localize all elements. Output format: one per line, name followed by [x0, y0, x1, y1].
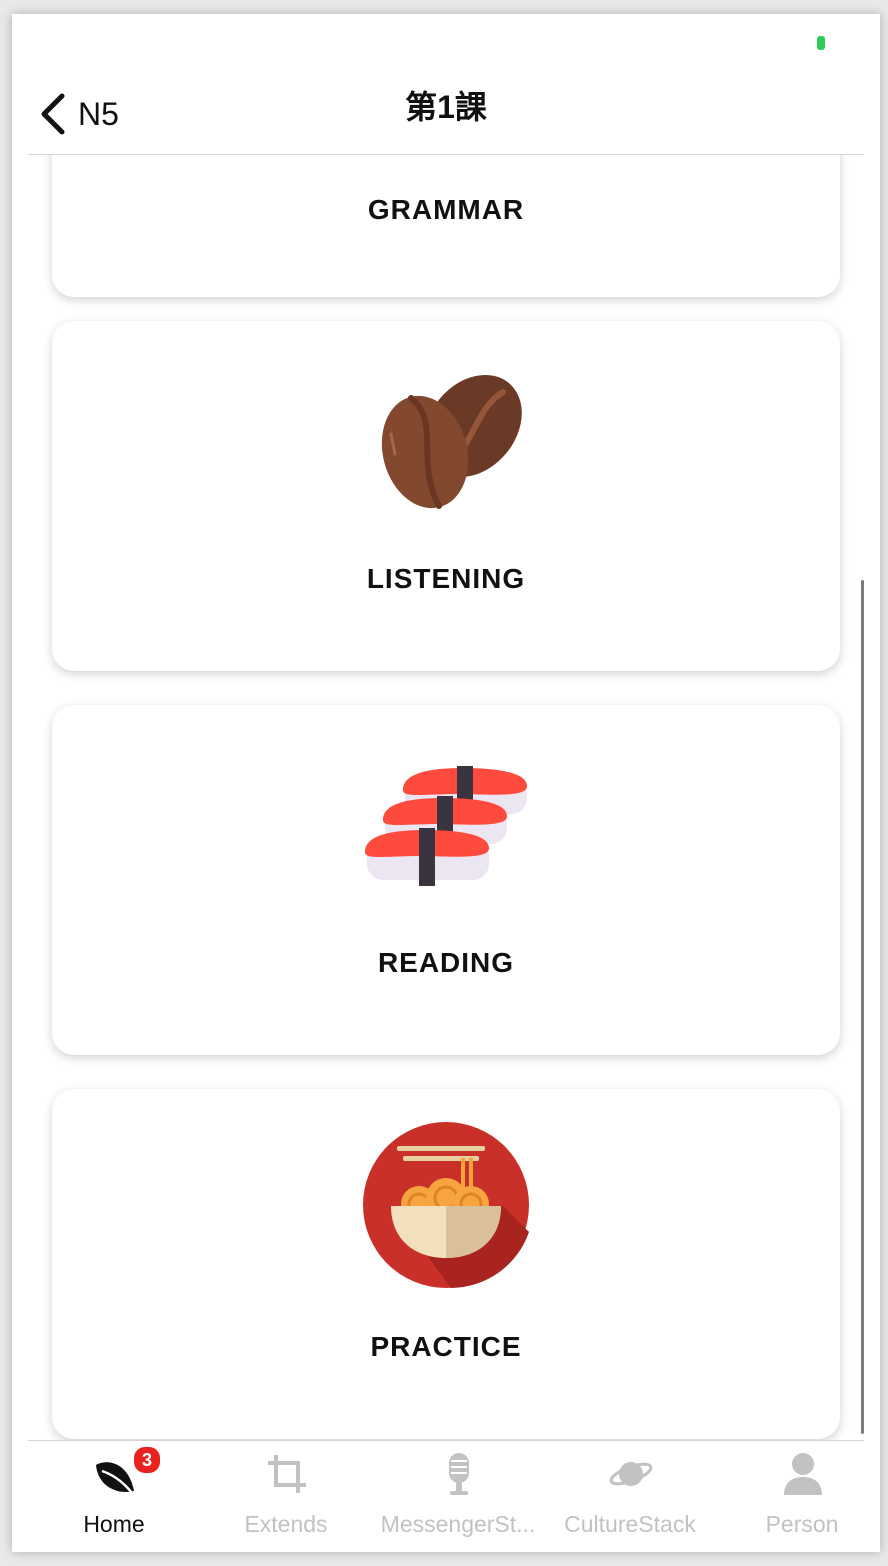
lesson-card-label: GRAMMAR — [367, 194, 525, 225]
navigation-bar: 第1課 N5 — [28, 74, 864, 155]
tab-culturestack[interactable]: CultureStack — [544, 1441, 716, 1552]
vertical-scrollbar[interactable] — [861, 580, 864, 1434]
tab-label: MessengerSt... — [380, 1511, 536, 1537]
chevron-left-icon — [41, 93, 65, 135]
lesson-card-label: PRACTICE — [370, 1331, 522, 1362]
back-label: N5 — [78, 95, 119, 132]
tab-label: CultureStack — [564, 1511, 696, 1537]
lesson-card-label: READING — [377, 947, 515, 978]
status-indicator — [817, 36, 825, 50]
tab-label: Person — [765, 1511, 839, 1537]
tab-bar: 3 Home Extends MessengerSt... CultureSta… — [28, 1440, 864, 1552]
lesson-list[interactable]: GRAMMAR LISTENING READING PRACTICE — [12, 155, 880, 1440]
lesson-card-label: LISTENING — [366, 563, 526, 594]
notification-badge: 3 — [132, 1445, 162, 1475]
sushi-icon — [365, 766, 527, 886]
crop-icon — [268, 1455, 306, 1493]
tab-home[interactable]: 3 Home — [28, 1441, 200, 1552]
lesson-card-practice[interactable]: PRACTICE — [52, 1089, 840, 1439]
coffee-beans-icon — [381, 374, 522, 509]
planet-icon — [609, 1462, 653, 1486]
person-icon — [784, 1453, 822, 1495]
tab-messenger[interactable]: MessengerSt... — [372, 1441, 544, 1552]
lesson-card-listening[interactable]: LISTENING — [52, 321, 840, 671]
microphone-icon — [449, 1453, 469, 1495]
page-title: 第1課 — [405, 89, 487, 125]
tab-label: Extends — [244, 1511, 328, 1537]
noodle-bowl-icon — [363, 1122, 529, 1288]
tab-extends[interactable]: Extends — [200, 1441, 372, 1552]
back-button[interactable]: N5 — [38, 84, 119, 144]
tab-person[interactable]: Person — [716, 1441, 880, 1552]
lesson-card-grammar[interactable]: GRAMMAR — [52, 155, 840, 297]
app-screen: 第1課 N5 GRAMMAR LISTENING READING PRACTIC… — [12, 14, 880, 1552]
tab-label: Home — [83, 1511, 145, 1537]
lesson-card-reading[interactable]: READING — [52, 705, 840, 1055]
